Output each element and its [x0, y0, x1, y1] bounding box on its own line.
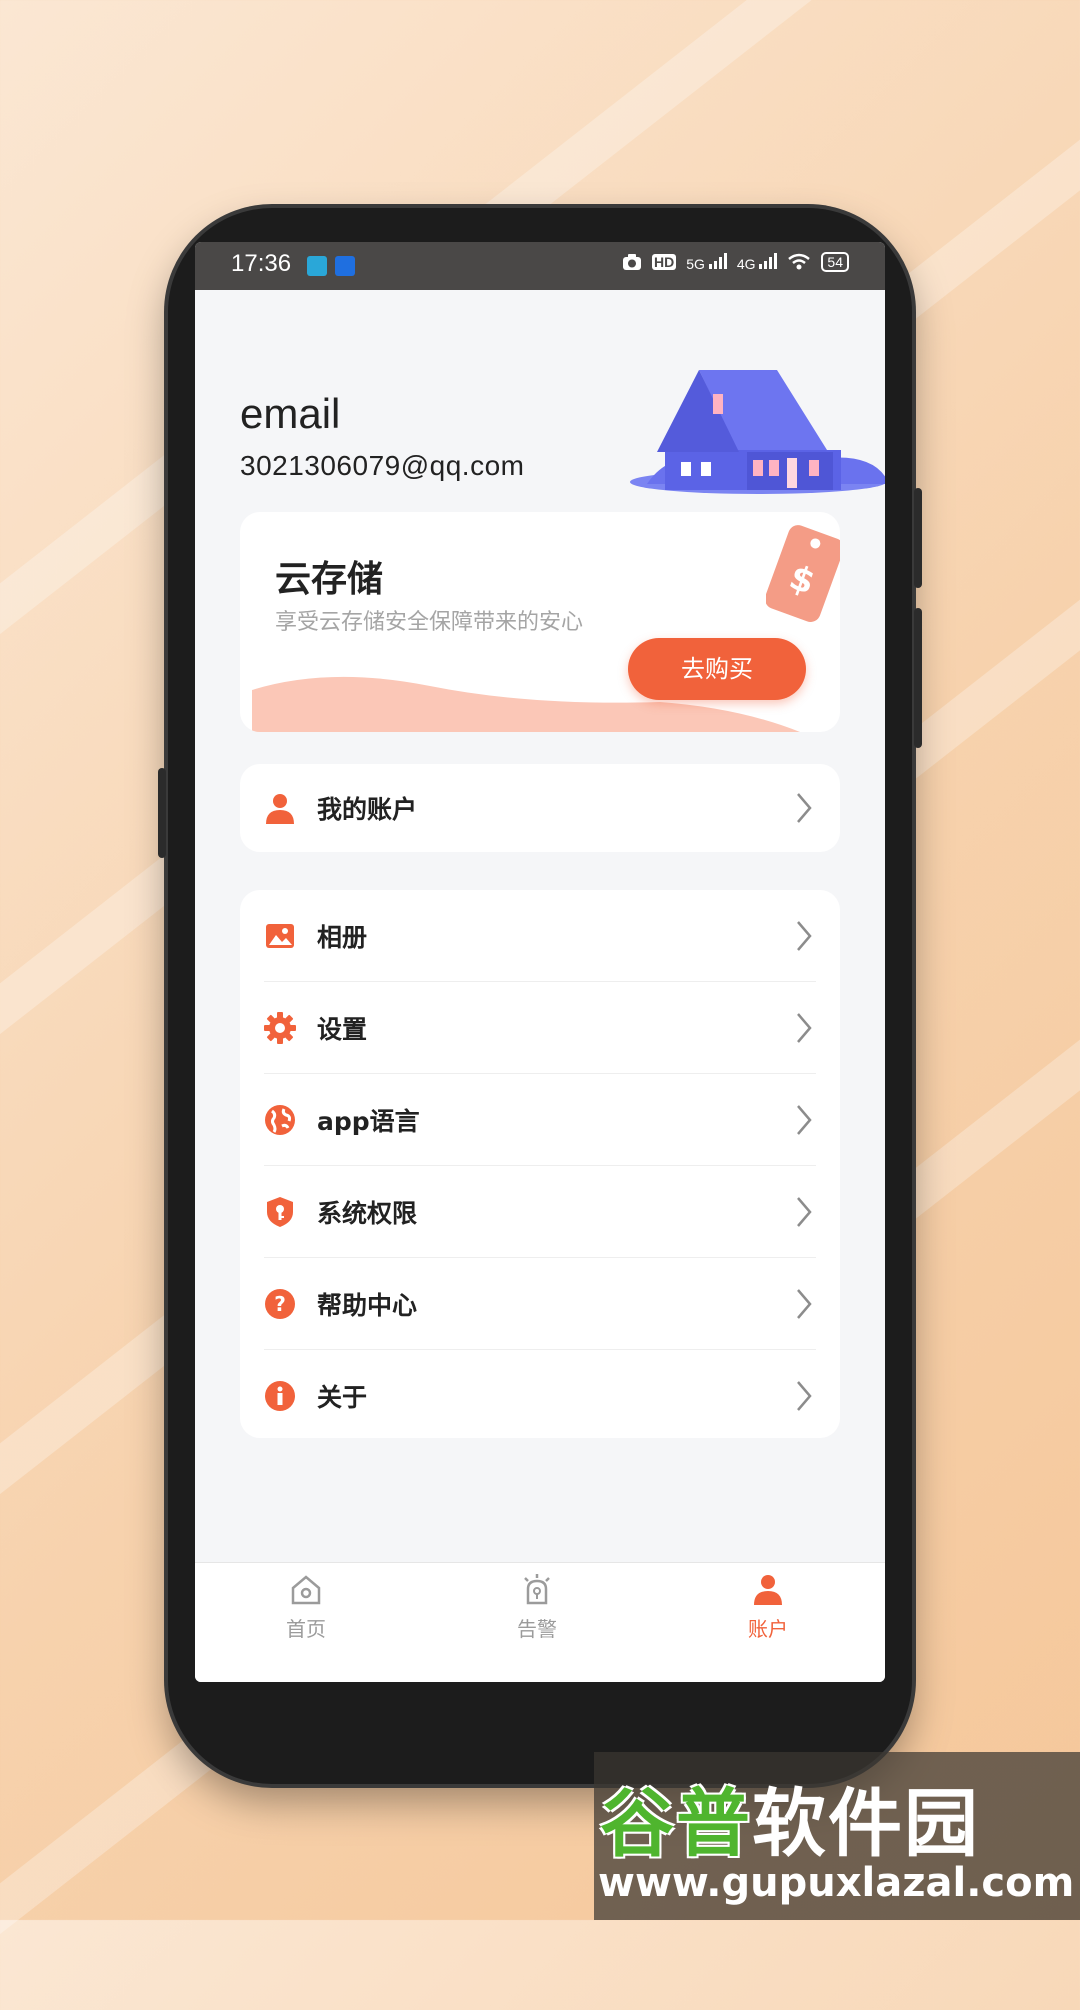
tab-alarm[interactable]: 告警: [477, 1573, 597, 1653]
help-icon: ?: [265, 1289, 295, 1319]
email-label: email: [240, 390, 341, 437]
chevron-right-icon: [797, 1381, 812, 1411]
chevron-right-icon: [797, 1105, 812, 1135]
gear-icon: [264, 1012, 296, 1044]
menu-item-about[interactable]: 关于: [240, 1350, 840, 1438]
shield-key-icon: [267, 1197, 293, 1227]
phone-side-button: [158, 768, 166, 858]
chevron-right-icon: [797, 1289, 812, 1319]
hd-indicator: HD: [652, 254, 677, 270]
price-tag-illustration: $: [766, 525, 840, 622]
signal-4g: 4G: [736, 252, 778, 272]
menu-item-label: 我的账户: [317, 795, 418, 824]
bottom-tab-bar: 首页 告警 账户: [195, 1562, 885, 1682]
buy-button[interactable]: 去购买: [628, 638, 806, 700]
tab-label: 首页: [286, 1617, 326, 1641]
menu-item-help-center[interactable]: ? 帮助中心: [240, 1258, 840, 1350]
menu-item-system-permissions[interactable]: 系统权限: [240, 1166, 840, 1258]
camera-icon: [623, 254, 642, 270]
svg-text:?: ?: [274, 1292, 286, 1316]
cloud-storage-title: 云存储: [275, 559, 384, 600]
battery-indicator: 54: [821, 252, 849, 272]
status-time: 17:36: [231, 250, 292, 277]
menu-item-app-language[interactable]: app语言: [240, 1074, 840, 1166]
phone-frame: 17:36 HD 5G 4G 54 email 3021306079@qq.co…: [158, 208, 922, 1784]
phone-side-button: [914, 608, 922, 748]
cloud-storage-card: $ 云存储 享受云存储安全保障带来的安心 去购买: [240, 512, 840, 732]
user-icon: [266, 794, 294, 824]
house-illustration: [630, 370, 885, 494]
watermark-brand-green: 谷普: [600, 1781, 752, 1867]
watermark-brand-white: 软件园: [752, 1781, 980, 1867]
wifi-icon: [788, 253, 811, 270]
watermark-url: www.gupuxlazal.com: [598, 1860, 1075, 1906]
tab-account[interactable]: 账户: [708, 1573, 828, 1653]
zhihu-notification-icon: [335, 256, 355, 276]
watermark: 谷普软件园 www.gupuxlazal.com: [594, 1752, 1080, 1920]
image-icon: [266, 924, 294, 948]
status-bar: 17:36 HD 5G 4G 54: [195, 242, 885, 290]
signal-4g-label: 4G: [736, 255, 756, 272]
tab-label: 告警: [517, 1617, 557, 1641]
signal-bars-icon: [708, 252, 727, 269]
tab-home[interactable]: 首页: [246, 1573, 366, 1653]
chevron-right-icon: [797, 1013, 812, 1043]
menu-item-label: 相册: [317, 923, 368, 952]
chevron-right-icon: [797, 1197, 812, 1227]
tab-label: 账户: [748, 1617, 788, 1641]
menu-item-label: 设置: [317, 1015, 368, 1044]
info-icon: [265, 1381, 295, 1411]
chevron-right-icon: [797, 793, 812, 823]
menu-item-settings[interactable]: 设置: [240, 982, 840, 1074]
profile-header: email 3021306079@qq.com: [195, 290, 885, 550]
menu-list-card: 相册 设置 app语言 系统权限 ? 帮助中心 关于: [240, 890, 840, 1438]
signal-5g-label: 5G: [686, 255, 705, 272]
status-icons: HD 5G 4G 54: [622, 252, 849, 272]
cloud-storage-subtitle: 享受云存储安全保障带来的安心: [275, 610, 584, 635]
phone-screen: 17:36 HD 5G 4G 54 email 3021306079@qq.co…: [195, 242, 885, 1682]
menu-item-my-account[interactable]: 我的账户: [240, 764, 840, 852]
app-notification-icon: [307, 256, 327, 276]
watermark-brand: 谷普软件园: [600, 1764, 980, 1871]
menu-item-label: 关于: [317, 1383, 368, 1412]
signal-bars-icon: [759, 252, 778, 269]
email-value: 3021306079@qq.com: [240, 450, 525, 481]
menu-item-label: 系统权限: [317, 1199, 418, 1228]
menu-item-label: 帮助中心: [317, 1291, 418, 1320]
phone-side-button: [914, 488, 922, 588]
user-icon: [754, 1575, 782, 1605]
menu-item-label: app语言: [317, 1107, 420, 1136]
signal-5g: 5G: [686, 252, 727, 272]
home-icon: [291, 1575, 321, 1605]
account-card: 我的账户: [240, 764, 840, 852]
alarm-icon: [524, 1574, 550, 1605]
menu-item-album[interactable]: 相册: [240, 890, 840, 982]
globe-icon: [265, 1105, 295, 1135]
chevron-right-icon: [797, 921, 812, 951]
